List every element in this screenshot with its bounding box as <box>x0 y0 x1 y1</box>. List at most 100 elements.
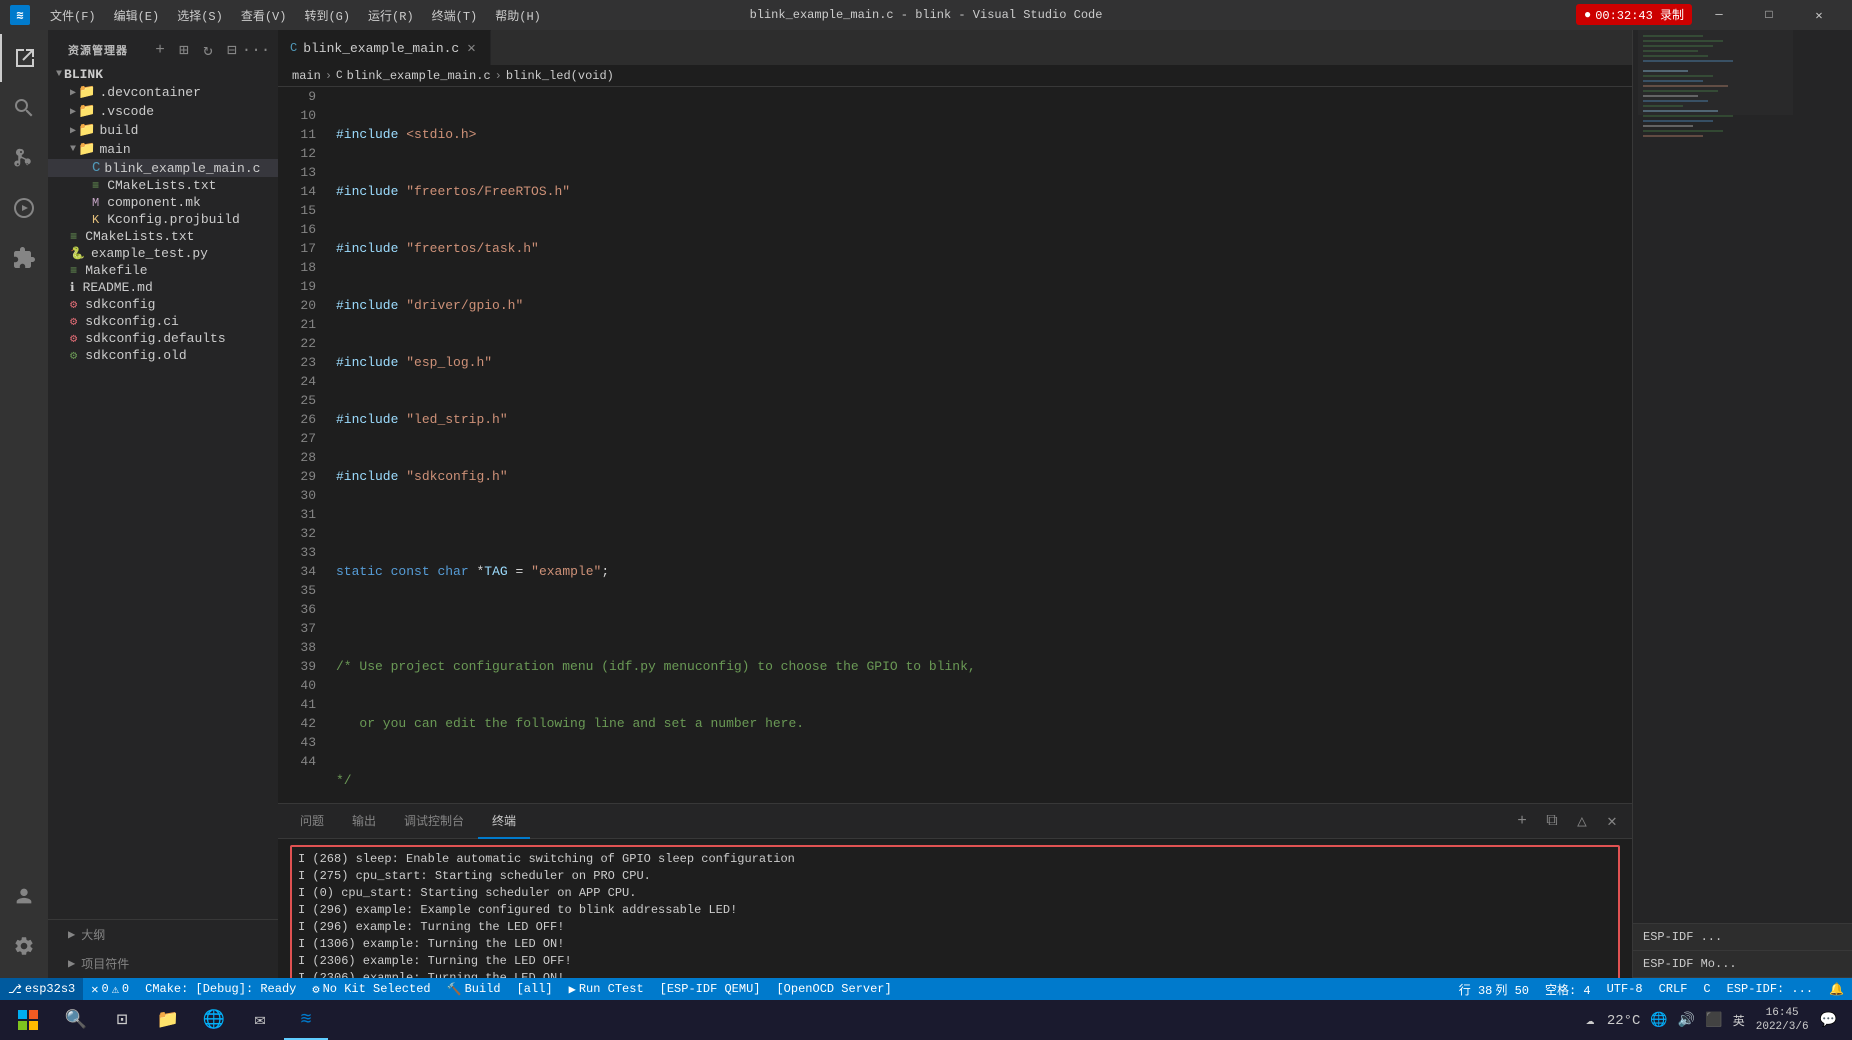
terminal-content[interactable]: I (268) sleep: Enable automatic switchin… <box>278 839 1632 978</box>
activity-debug[interactable] <box>0 184 48 232</box>
maximize-btn[interactable]: □ <box>1746 0 1792 30</box>
project-files-section[interactable]: ▶ 项目符件 <box>48 949 278 978</box>
activity-settings[interactable] <box>0 922 48 970</box>
taskbar-task-view[interactable]: ⊡ <box>100 1000 144 1040</box>
weather-icon[interactable]: ☁ <box>1586 1013 1594 1029</box>
menu-bar[interactable]: 文件(F) 编辑(E) 选择(S) 查看(V) 转到(G) 运行(R) 终端(T… <box>42 5 549 26</box>
tree-item-component-mk[interactable]: M component.mk <box>48 194 278 211</box>
panel-split-btn[interactable]: ⧉ <box>1540 809 1564 833</box>
minimize-btn[interactable]: ─ <box>1696 0 1742 30</box>
activity-account[interactable] <box>0 872 48 920</box>
taskbar-mail[interactable]: ✉ <box>238 1000 282 1040</box>
warning-icon: ⚠ <box>112 982 119 997</box>
menu-run[interactable]: 运行(R) <box>360 5 422 26</box>
new-file-btn[interactable]: + <box>150 40 170 60</box>
status-ln[interactable]: 行 38 列 50 <box>1451 978 1537 1000</box>
menu-file[interactable]: 文件(F) <box>42 5 104 26</box>
chevron-icon: ▶ <box>68 956 75 971</box>
network-icon[interactable]: 🌐 <box>1647 1012 1670 1029</box>
status-openocd[interactable]: [OpenOCD Server] <box>768 978 899 1000</box>
tree-item-sdkconfig-ci[interactable]: ⚙ sdkconfig.ci <box>48 313 278 330</box>
tree-item-devcontainer[interactable]: ▶ 📁 .devcontainer <box>48 83 278 102</box>
tree-item-cmakelists-main[interactable]: ≡ CMakeLists.txt <box>48 177 278 194</box>
status-build-all[interactable]: [all] <box>509 978 561 1000</box>
outline-section[interactable]: ▶ 大纲 <box>48 920 278 949</box>
menu-help[interactable]: 帮助(H) <box>487 5 549 26</box>
status-bell[interactable]: 🔔 <box>1821 978 1852 1000</box>
spaces-label: 空格: 4 <box>1545 981 1591 998</box>
more-actions-btn[interactable]: ··· <box>246 40 266 60</box>
tree-item-vscode[interactable]: ▶ 📁 .vscode <box>48 102 278 121</box>
language-icon[interactable]: 英 <box>1730 1012 1748 1029</box>
panel-maximize-btn[interactable]: △ <box>1570 809 1594 833</box>
tree-item-readme[interactable]: ℹ README.md <box>48 279 278 296</box>
timer-widget[interactable]: ● 00:32:43 录制 <box>1576 4 1692 25</box>
activity-search[interactable] <box>0 84 48 132</box>
taskbar-search[interactable]: 🔍 <box>54 1000 98 1040</box>
battery-icon[interactable]: ⬛ <box>1702 1012 1725 1029</box>
tree-item-blink-main-c[interactable]: C blink_example_main.c <box>48 159 278 177</box>
menu-select[interactable]: 选择(S) <box>169 5 231 26</box>
breadcrumb-symbol[interactable]: blink_led(void) <box>506 69 614 83</box>
status-build[interactable]: 🔨 Build <box>439 978 509 1000</box>
panel-tab-debug[interactable]: 调试控制台 <box>390 804 478 839</box>
refresh-btn[interactable]: ↻ <box>198 40 218 60</box>
openocd-label: [OpenOCD Server] <box>776 982 891 996</box>
notification-icon[interactable]: 💬 <box>1817 1012 1840 1029</box>
tree-item-sdkconfig-defaults[interactable]: ⚙ sdkconfig.defaults <box>48 330 278 347</box>
file-tree: ▼ BLINK ▶ 📁 .devcontainer ▶ 📁 .vscode ▶ … <box>48 66 278 919</box>
tree-item-kconfig[interactable]: K Kconfig.projbuild <box>48 211 278 228</box>
status-line-ending[interactable]: CRLF <box>1651 978 1696 1000</box>
status-esp-qemu[interactable]: [ESP-IDF QEMU] <box>652 978 769 1000</box>
menu-view[interactable]: 查看(V) <box>233 5 295 26</box>
tree-item-build[interactable]: ▶ 📁 build <box>48 121 278 140</box>
activity-explorer[interactable] <box>0 34 48 82</box>
activity-extensions[interactable] <box>0 234 48 282</box>
start-button[interactable] <box>4 1000 52 1040</box>
panel-close-btn[interactable]: ✕ <box>1600 809 1624 833</box>
breadcrumb-main[interactable]: main <box>292 69 321 83</box>
panel-tab-terminal[interactable]: 终端 <box>478 804 530 839</box>
esp-idf-tab-2[interactable]: ESP-IDF Mo... <box>1633 951 1852 978</box>
activity-git[interactable] <box>0 134 48 182</box>
taskbar-browser[interactable]: 🌐 <box>192 1000 236 1040</box>
tree-item-makefile[interactable]: ≡ Makefile <box>48 262 278 279</box>
breadcrumb-file[interactable]: blink_example_main.c <box>347 69 491 83</box>
panel-add-btn[interactable]: + <box>1510 809 1534 833</box>
tree-item-example-test[interactable]: 🐍 example_test.py <box>48 245 278 262</box>
status-errors[interactable]: ✕ 0 ⚠ 0 <box>83 978 137 1000</box>
title-bar: ≋ 文件(F) 编辑(E) 选择(S) 查看(V) 转到(G) 运行(R) 终端… <box>0 0 1852 30</box>
tab-blink-main[interactable]: C blink_example_main.c ✕ <box>278 30 491 65</box>
menu-goto[interactable]: 转到(G) <box>296 5 358 26</box>
tree-item-cmakelists-root[interactable]: ≡ CMakeLists.txt <box>48 228 278 245</box>
code-editor[interactable]: 910111213 1415161718 1920212223 24252627… <box>278 87 1632 803</box>
panel-actions: + ⧉ △ ✕ <box>1510 809 1624 833</box>
status-esp-idf[interactable]: ESP-IDF: ... <box>1719 978 1821 1000</box>
breadcrumb-c-icon: C <box>336 70 343 82</box>
tree-root-blink[interactable]: ▼ BLINK <box>48 66 278 83</box>
tab-close-btn[interactable]: ✕ <box>465 40 477 57</box>
menu-edit[interactable]: 编辑(E) <box>106 5 168 26</box>
taskbar-file-explorer[interactable]: 📁 <box>146 1000 190 1040</box>
status-cmake[interactable]: CMake: [Debug]: Ready <box>137 978 304 1000</box>
collapse-all-btn[interactable]: ⊟ <box>222 40 242 60</box>
tree-label: CMakeLists.txt <box>85 229 194 244</box>
status-spaces[interactable]: 空格: 4 <box>1537 978 1599 1000</box>
status-run-test[interactable]: ▶ Run CTest <box>561 978 652 1000</box>
panel-tab-problems[interactable]: 问题 <box>286 804 338 839</box>
status-encoding[interactable]: UTF-8 <box>1599 978 1651 1000</box>
wifi-icon[interactable]: 22°C <box>1607 1013 1641 1029</box>
panel-tab-output[interactable]: 输出 <box>338 804 390 839</box>
new-folder-btn[interactable]: ⊞ <box>174 40 194 60</box>
close-btn[interactable]: ✕ <box>1796 0 1842 30</box>
esp-idf-tab-1[interactable]: ESP-IDF ... <box>1633 924 1852 951</box>
status-language[interactable]: C <box>1695 978 1718 1000</box>
menu-terminal[interactable]: 终端(T) <box>424 5 486 26</box>
tree-item-main[interactable]: ▼ 📁 main <box>48 140 278 159</box>
status-git-branch[interactable]: ⎇ esp32s3 <box>0 978 83 1000</box>
volume-icon[interactable]: 🔊 <box>1675 1012 1698 1029</box>
taskbar-vscode[interactable]: ≋ <box>284 1000 328 1040</box>
tree-item-sdkconfig[interactable]: ⚙ sdkconfig <box>48 296 278 313</box>
status-kit[interactable]: ⚙ No Kit Selected <box>304 978 438 1000</box>
tree-item-sdkconfig-old[interactable]: ⚙ sdkconfig.old <box>48 347 278 364</box>
